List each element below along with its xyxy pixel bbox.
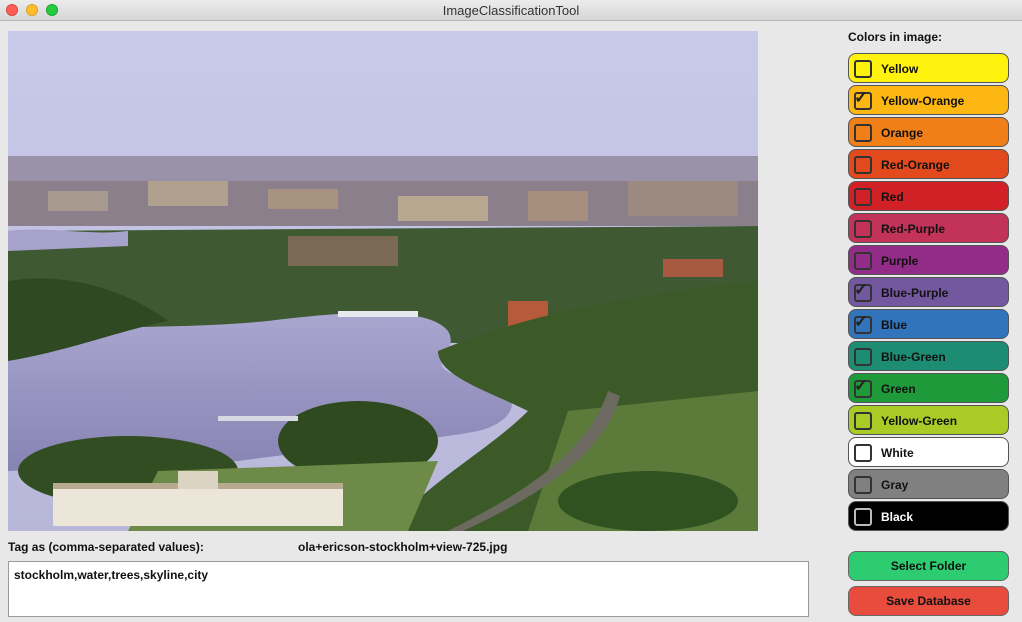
checkbox-icon[interactable]: ✓ xyxy=(854,124,872,142)
checkbox-icon[interactable]: ✓ xyxy=(854,444,872,462)
checkbox-icon[interactable]: ✓ xyxy=(854,220,872,238)
select-folder-button[interactable]: Select Folder xyxy=(848,551,1009,581)
checkbox-icon[interactable]: ✓ xyxy=(854,88,872,110)
color-option-label: Green xyxy=(881,382,916,396)
color-option-purple[interactable]: ✓ Purple xyxy=(848,245,1009,275)
color-option-label: Blue-Green xyxy=(881,350,946,364)
color-option-blue-green[interactable]: ✓ Blue-Green xyxy=(848,341,1009,371)
checkmark-icon: ✓ xyxy=(854,312,869,331)
checkbox-icon[interactable]: ✓ xyxy=(854,348,872,366)
checkbox-icon[interactable]: ✓ xyxy=(854,188,872,206)
color-option-yellow-green[interactable]: ✓ Yellow-Green xyxy=(848,405,1009,435)
color-option-label: White xyxy=(881,446,914,460)
color-option-orange[interactable]: ✓ Orange xyxy=(848,117,1009,147)
color-option-gray[interactable]: ✓ Gray xyxy=(848,469,1009,499)
color-option-black[interactable]: ✓ Black xyxy=(848,501,1009,531)
colors-heading: Colors in image: xyxy=(848,30,943,44)
image-filename: ola+ericson-stockholm+view-725.jpg xyxy=(298,540,508,554)
checkmark-icon: ✓ xyxy=(854,88,869,107)
color-option-label: Blue-Purple xyxy=(881,286,949,300)
color-option-label: Gray xyxy=(881,478,909,492)
checkbox-icon[interactable]: ✓ xyxy=(854,60,872,78)
checkbox-icon[interactable]: ✓ xyxy=(854,476,872,494)
landscape-photo xyxy=(8,31,758,531)
tag-input[interactable]: stockholm,water,trees,skyline,city xyxy=(8,561,809,617)
color-option-white[interactable]: ✓ White xyxy=(848,437,1009,467)
checkbox-icon[interactable]: ✓ xyxy=(854,412,872,430)
checkbox-icon[interactable]: ✓ xyxy=(854,156,872,174)
checkbox-icon[interactable]: ✓ xyxy=(854,252,872,270)
color-option-label: Yellow-Green xyxy=(881,414,958,428)
color-option-label: Orange xyxy=(881,126,924,140)
checkbox-icon[interactable]: ✓ xyxy=(854,280,872,302)
color-option-red[interactable]: ✓ Red xyxy=(848,181,1009,211)
color-option-red-orange[interactable]: ✓ Red-Orange xyxy=(848,149,1009,179)
image-preview xyxy=(8,31,758,531)
color-option-label: Red xyxy=(881,190,904,204)
color-option-label: Blue xyxy=(881,318,908,332)
color-checkbox-list: ✓Yellow✓Yellow-Orange✓Orange✓Red-Orange✓… xyxy=(848,53,1009,533)
color-option-label: Black xyxy=(881,510,914,524)
checkbox-icon[interactable]: ✓ xyxy=(854,376,872,398)
color-option-red-purple[interactable]: ✓ Red-Purple xyxy=(848,213,1009,243)
checkmark-icon: ✓ xyxy=(854,376,869,395)
color-option-label: Yellow-Orange xyxy=(881,94,965,108)
color-option-label: Red-Orange xyxy=(881,158,950,172)
save-database-button[interactable]: Save Database xyxy=(848,586,1009,616)
checkbox-icon[interactable]: ✓ xyxy=(854,508,872,526)
tag-label: Tag as (comma-separated values): xyxy=(8,540,204,554)
color-option-label: Yellow xyxy=(881,62,919,76)
color-option-yellow-orange[interactable]: ✓ Yellow-Orange xyxy=(848,85,1009,115)
color-option-yellow[interactable]: ✓ Yellow xyxy=(848,53,1009,83)
window-title: ImageClassificationTool xyxy=(442,3,580,18)
color-option-label: Purple xyxy=(881,254,919,268)
title-bar: ImageClassificationTool xyxy=(0,0,1022,21)
color-option-label: Red-Purple xyxy=(881,222,946,236)
checkmark-icon: ✓ xyxy=(854,280,869,299)
color-option-blue[interactable]: ✓ Blue xyxy=(848,309,1009,339)
color-option-green[interactable]: ✓ Green xyxy=(848,373,1009,403)
checkbox-icon[interactable]: ✓ xyxy=(854,312,872,334)
color-option-blue-purple[interactable]: ✓ Blue-Purple xyxy=(848,277,1009,307)
